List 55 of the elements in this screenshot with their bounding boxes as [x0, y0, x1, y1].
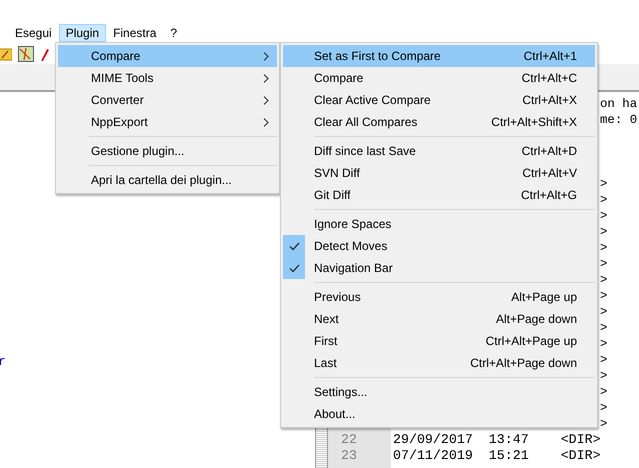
code-text: >: [600, 192, 608, 208]
time-text: 13:47: [488, 432, 529, 447]
menu-item[interactable]: Diff since last Save Ctrl+Alt+D: [283, 140, 595, 162]
menu-item[interactable]: Last Ctrl+Alt+Page down: [283, 352, 595, 374]
menu-item[interactable]: First Ctrl+Alt+Page up: [283, 330, 595, 352]
code-text: >: [600, 320, 608, 336]
code-text: >: [600, 208, 608, 224]
menu-item[interactable]: Clear Active Compare Ctrl+Alt+X: [283, 89, 595, 111]
code-text: >: [600, 304, 608, 320]
date-text: 07/11/2019: [393, 448, 473, 463]
map-icon[interactable]: [18, 46, 34, 62]
code-text: on ha: [600, 96, 638, 112]
menu-bar-item[interactable]: Finestra: [106, 24, 164, 42]
code-text: >: [600, 272, 608, 288]
type-text: <DIR>: [560, 432, 601, 447]
pen-icon[interactable]: [40, 46, 49, 62]
menu-item[interactable]: Navigation Bar: [283, 257, 595, 279]
code-text: >: [600, 224, 608, 240]
code-text: >: [600, 368, 608, 384]
menu-item[interactable]: Ignore Spaces: [283, 213, 595, 235]
date-text: 29/09/2017: [393, 432, 473, 447]
menu-item[interactable]: Clear All Compares Ctrl+Alt+Shift+X: [283, 111, 595, 133]
menu-item[interactable]: SVN Diff Ctrl+Alt+V: [283, 162, 595, 184]
code-text: >: [600, 240, 608, 256]
menu-item[interactable]: Previous Alt+Page up: [283, 286, 595, 308]
menu-item[interactable]: Gestione plugin...: [58, 140, 277, 162]
menu-item[interactable]: Apri la cartella dei plugin...: [58, 169, 277, 191]
menu-item[interactable]: MIME Tools: [58, 67, 277, 89]
menu-bar-item[interactable]: Esegui: [8, 24, 59, 42]
menu-item[interactable]: Compare: [58, 45, 277, 67]
menu-item[interactable]: Git Diff Ctrl+Alt+G: [283, 184, 595, 206]
code-text: >: [600, 416, 608, 432]
menu-item[interactable]: Settings...: [283, 381, 595, 403]
code-text: >: [600, 176, 608, 192]
code-text: >: [600, 400, 608, 416]
menu-item[interactable]: Detect Moves: [283, 235, 595, 257]
time-text: 15:21: [488, 448, 529, 463]
menu-item[interactable]: Compare Ctrl+Alt+C: [283, 67, 595, 89]
code-text: >: [600, 352, 608, 368]
menu-bar-item[interactable]: ?: [163, 24, 184, 42]
code-text: me: 0: [600, 112, 638, 128]
code-text: >: [600, 336, 608, 352]
menu-bar-item[interactable]: Plugin: [58, 24, 106, 42]
menu-item[interactable]: About...: [283, 403, 595, 425]
folder-icon[interactable]: [0, 46, 12, 62]
menu-item[interactable]: NppExport: [58, 111, 277, 133]
code-text: >: [600, 256, 608, 272]
menu-item[interactable]: Converter: [58, 89, 277, 111]
type-text: <DIR>: [560, 448, 601, 463]
code-text: >: [600, 384, 608, 400]
line-number: 23: [340, 448, 357, 463]
menu-item[interactable]: Next Alt+Page down: [283, 308, 595, 330]
line-number: 22: [340, 432, 357, 447]
menu-item[interactable]: Set as First to Compare Ctrl+Alt+1: [283, 45, 595, 67]
code-text: >: [600, 288, 608, 304]
